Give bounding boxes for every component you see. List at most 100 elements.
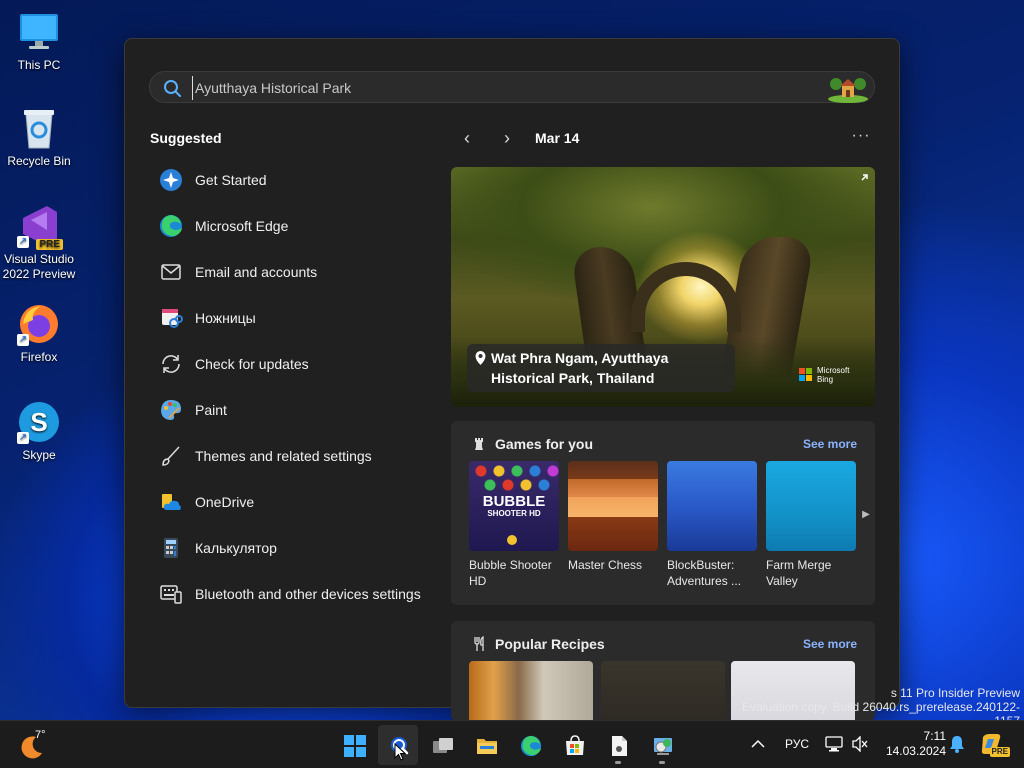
suggested-item-label: Paint [195, 402, 227, 418]
weather-temperature: 7° [35, 729, 46, 741]
suggested-item-label: Microsoft Edge [195, 218, 289, 234]
games-card: Games for you See more BUBBLE SHOOTER HD… [451, 421, 875, 605]
edge-icon [520, 735, 542, 757]
chess-piece-icon [471, 436, 487, 452]
shortcut-arrow-icon: ↗ [17, 334, 29, 346]
location-pin-icon [474, 350, 487, 366]
task-view-button[interactable] [422, 725, 462, 765]
suggested-item-calculator[interactable]: Калькулятор [149, 525, 439, 571]
control-panel-taskbar-button[interactable] [642, 725, 682, 765]
copilot-button[interactable]: PRE [978, 733, 1010, 757]
suggested-item-paint[interactable]: Paint [149, 387, 439, 433]
visual-studio-icon: PRE ↗ [17, 204, 63, 250]
onedrive-icon [159, 490, 183, 514]
search-highlight-icon[interactable] [826, 73, 870, 103]
file-explorer-button[interactable] [466, 725, 506, 765]
suggested-item-snipping-tool[interactable]: Ножницы [149, 295, 439, 341]
calculator-icon [159, 536, 183, 560]
brush-icon [159, 444, 183, 468]
desktop-icon-label: Skype [22, 448, 56, 462]
firefox-icon: ↗ [17, 302, 61, 346]
recipe-tile[interactable] [601, 661, 725, 721]
notifications-bell-icon[interactable] [948, 733, 966, 755]
mail-icon [159, 260, 183, 284]
suggested-list: Get Started Microsoft Edge Email and acc… [149, 157, 439, 617]
show-hidden-icons-button[interactable] [748, 733, 768, 755]
shortcut-arrow-icon: ↗ [17, 236, 29, 248]
game-name: Master Chess [568, 558, 643, 572]
suggested-item-check-updates[interactable]: Check for updates [149, 341, 439, 387]
start-button[interactable] [334, 725, 374, 765]
recipes-card-header: Popular Recipes See more [471, 635, 857, 655]
bubble-shooter-thumbnail: BUBBLE SHOOTER HD [469, 461, 559, 551]
taskbar: 7° РУС 7:11 14.03.2024 PRE [0, 720, 1024, 768]
game-tile-farm-merge-valley[interactable]: Farm Merge Valley [766, 461, 856, 589]
windows-logo-icon [344, 735, 366, 757]
suggested-item-email-accounts[interactable]: Email and accounts [149, 249, 439, 295]
mouse-cursor-icon [394, 742, 407, 766]
microsoft-store-button[interactable] [554, 725, 594, 765]
game-tile-bubble-shooter[interactable]: BUBBLE SHOOTER HD Bubble Shooter HD [469, 461, 559, 589]
suggested-item-onedrive[interactable]: OneDrive [149, 479, 439, 525]
volume-muted-icon[interactable] [850, 733, 870, 755]
games-see-more-link[interactable]: See more [803, 437, 857, 451]
suggested-item-label: Калькулятор [195, 540, 277, 556]
games-card-title: Games for you [495, 436, 594, 452]
desktop-icon-label: Recycle Bin [7, 154, 71, 168]
desktop-icon-this-pc[interactable]: This PC [0, 10, 78, 73]
suggested-item-label: OneDrive [195, 494, 255, 510]
hero-caption-line1: Wat Phra Ngam, Ayutthaya [491, 350, 669, 366]
thumbnail-title: BUBBLE [482, 493, 546, 510]
desktop-icon-visual-studio[interactable]: PRE ↗ Visual Studio 2022 Preview [0, 204, 78, 282]
search-icon [162, 78, 182, 98]
brand-line2: Bing [817, 375, 834, 384]
microsoft-logo-icon [799, 368, 813, 382]
document-icon [608, 735, 630, 757]
carousel-next-icon[interactable]: ▶ [859, 505, 873, 525]
weather-widget[interactable]: 7° [18, 729, 58, 761]
search-taskbar-button[interactable] [378, 725, 418, 765]
suggested-item-edge[interactable]: Microsoft Edge [149, 203, 439, 249]
game-tile-blockbuster[interactable]: BlockBuster: Adventures ... [667, 461, 757, 589]
input-language-indicator[interactable]: РУС [782, 733, 812, 755]
clock-time: 7:11 [923, 729, 946, 743]
desktop-icon-firefox[interactable]: ↗ Firefox [0, 302, 78, 365]
search-input[interactable] [192, 76, 812, 100]
suggested-item-label: Check for updates [195, 356, 309, 372]
monitor-icon [17, 10, 61, 54]
expand-icon[interactable] [855, 173, 869, 187]
paint-icon [159, 398, 183, 422]
desktop-icon-label: Firefox [20, 350, 58, 364]
more-options-button[interactable]: ··· [847, 127, 875, 151]
search-box[interactable] [149, 71, 875, 103]
desktop-icon-recycle-bin[interactable]: Recycle Bin [0, 106, 78, 169]
desktop-icon-skype[interactable]: S ↗ Skype [0, 400, 78, 463]
highlight-date: Mar 14 [535, 130, 580, 146]
hero-caption[interactable]: Wat Phra Ngam, Ayutthaya Historical Park… [467, 344, 735, 392]
hero-image-card[interactable]: Wat Phra Ngam, Ayutthaya Historical Park… [451, 167, 875, 407]
hero-image-root-arch [631, 262, 741, 332]
copilot-preview-badge: PRE [989, 747, 1010, 757]
recipes-see-more-link[interactable]: See more [803, 637, 857, 651]
edge-taskbar-button[interactable] [510, 725, 550, 765]
snipping-tool-icon [159, 306, 183, 330]
suggested-item-label: Email and accounts [195, 264, 318, 280]
recipe-tile[interactable] [469, 661, 593, 721]
fork-knife-icon [471, 635, 487, 652]
network-icon[interactable] [824, 733, 844, 755]
running-indicator [615, 761, 621, 764]
game-tile-master-chess[interactable]: Master Chess [568, 461, 658, 573]
desktop-icon-label: Visual Studio 2022 Preview [2, 252, 76, 281]
hero-caption-line2: Historical Park, Thailand [491, 370, 655, 386]
system-clock[interactable]: 7:11 14.03.2024 [878, 729, 946, 759]
edge-icon [159, 214, 183, 238]
suggested-item-get-started[interactable]: Get Started [149, 157, 439, 203]
previous-button[interactable]: ‹ [455, 127, 479, 151]
suggested-item-themes[interactable]: Themes and related settings [149, 433, 439, 479]
notepad-taskbar-button[interactable] [598, 725, 638, 765]
preview-badge: PRE [36, 239, 63, 250]
next-button[interactable]: › [495, 127, 519, 151]
get-started-icon [159, 168, 183, 192]
suggested-item-bluetooth-devices[interactable]: Bluetooth and other devices settings [149, 571, 439, 617]
suggested-item-label: Get Started [195, 172, 267, 188]
